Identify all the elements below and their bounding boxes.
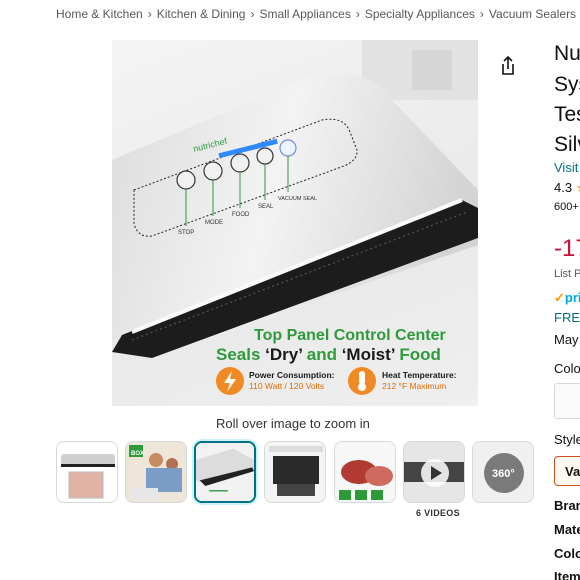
breadcrumb-specialty-appliances[interactable]: Specialty Appliances — [365, 7, 475, 21]
product-title-line-3: Tes — [554, 103, 580, 126]
thumbnail-2[interactable]: BOX — [125, 441, 187, 503]
vacuum-sealer-illustration: nutrichef STOP MODE FOOD SEAL VACUUM SEA… — [112, 40, 478, 395]
thumbnail-360-view[interactable]: 360° — [472, 441, 534, 503]
headline-top-panel: Top Panel Control Center — [254, 327, 446, 344]
free-delivery-link[interactable]: FREE — [554, 310, 580, 325]
power-consumption-value: 110 Watt / 120 Volts — [249, 381, 324, 391]
breadcrumb-separator: › — [479, 7, 484, 21]
thumbnail-box-badge: BOX — [131, 451, 144, 457]
food-label: FOOD — [232, 212, 250, 218]
rating-count: 600+ — [554, 201, 579, 213]
color-label: Colo — [554, 361, 580, 376]
visit-store-link[interactable]: Visit — [554, 160, 578, 175]
list-price-label: List P — [554, 268, 580, 280]
breadcrumb-home-kitchen[interactable]: Home & Kitchen — [56, 7, 143, 21]
roll-over-zoom-hint: Roll over image to zoom in — [216, 416, 370, 431]
main-product-image[interactable]: nutrichef STOP MODE FOOD SEAL VACUUM SEA… — [112, 40, 478, 406]
breadcrumb-kitchen-dining[interactable]: Kitchen & Dining — [157, 7, 246, 21]
seal-label: SEAL — [258, 204, 274, 210]
headline-seals: Seals ‘Dry’ and ‘Moist’ Food — [216, 345, 441, 364]
style-option-selected[interactable]: Va — [554, 456, 580, 486]
breadcrumb-separator: › — [355, 7, 360, 21]
product-title-line-1: Nu — [554, 42, 580, 65]
prime-check-icon: ✓ — [554, 290, 565, 305]
heat-temperature-value: 212 °F Maximum — [382, 381, 446, 391]
thumbnail-4[interactable] — [264, 441, 326, 503]
vacuum-seal-label: VACUUM SEAL — [278, 196, 317, 202]
style-label: Style — [554, 432, 580, 447]
breadcrumb-small-appliances[interactable]: Small Appliances — [259, 7, 350, 21]
spec-item-label: Item — [554, 569, 580, 580]
thumbnail-3-selected[interactable]: ▬▬▬▬ — [194, 441, 256, 503]
breadcrumb-separator: › — [147, 7, 152, 21]
product-title-line-4: Silv — [554, 133, 580, 156]
rating-value[interactable]: 4.3 ★ — [554, 180, 580, 196]
discount-percent: -17 — [554, 235, 580, 262]
star-icon: ★ — [576, 180, 580, 195]
product-title-line-2: Sys — [554, 73, 580, 96]
color-swatch-silver[interactable] — [554, 383, 580, 419]
power-consumption-label: Power Consumption: — [249, 370, 335, 380]
stop-label: STOP — [178, 230, 194, 236]
delivery-date: May — [554, 332, 579, 347]
videos-count-label[interactable]: 6 VIDEOS — [416, 508, 460, 518]
breadcrumb-separator: › — [250, 7, 255, 21]
share-button[interactable] — [494, 52, 522, 80]
breadcrumb: Home & Kitchen › Kitchen & Dining › Small Ap… — [56, 7, 576, 21]
thumbnail-video[interactable] — [403, 441, 465, 503]
share-icon — [502, 55, 514, 75]
spec-color-label: Colo — [554, 546, 580, 561]
svg-text:360°: 360° — [492, 468, 515, 480]
spec-brand-label: Bran — [554, 498, 580, 513]
breadcrumb-vacuum-sealers[interactable]: Vacuum Sealers — [489, 7, 576, 21]
prime-badge: ✓pri — [554, 290, 580, 305]
thumbnail-5[interactable] — [334, 441, 396, 503]
svg-text:▬▬▬▬: ▬▬▬▬ — [209, 488, 228, 493]
mode-label: MODE — [205, 220, 223, 226]
thumbnail-1[interactable] — [56, 441, 118, 503]
heat-temperature-label: Heat Temperature: — [382, 370, 457, 380]
spec-material-label: Mate — [554, 522, 580, 537]
